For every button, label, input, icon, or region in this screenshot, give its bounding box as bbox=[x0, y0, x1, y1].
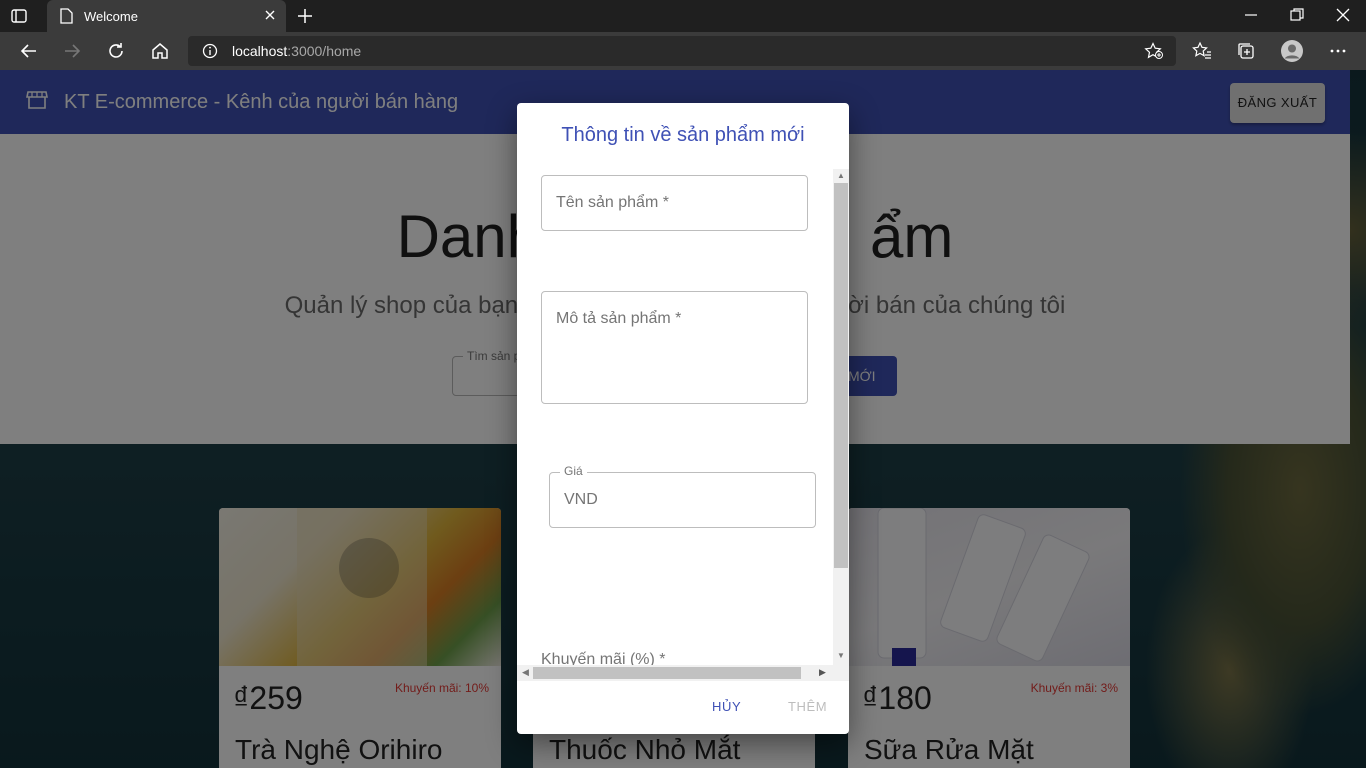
minimize-icon[interactable] bbox=[1243, 6, 1259, 29]
forward-arrow-icon[interactable] bbox=[62, 41, 82, 66]
add-button[interactable]: THÊM bbox=[788, 699, 827, 714]
dialog-title: Thông tin về sản phẩm mới bbox=[561, 124, 805, 146]
collections-icon[interactable] bbox=[1236, 41, 1256, 66]
product-name-field[interactable]: Tên sản phẩm * bbox=[541, 175, 808, 231]
address-bar[interactable]: localhost:3000/home bbox=[188, 36, 1176, 66]
page-icon bbox=[59, 8, 73, 29]
product-description-placeholder: Mô tả sản phẩm * bbox=[556, 310, 682, 327]
close-tab-icon[interactable] bbox=[263, 8, 277, 27]
vertical-scrollbar[interactable]: ▲ ▼ bbox=[833, 169, 849, 665]
back-arrow-icon[interactable] bbox=[19, 41, 39, 66]
browser-toolbar: localhost:3000/home bbox=[0, 32, 1366, 70]
scroll-right-arrow-icon[interactable]: ▶ bbox=[819, 667, 826, 678]
price-placeholder: VND bbox=[564, 491, 598, 508]
refresh-icon[interactable] bbox=[106, 41, 126, 66]
dialog-actions: HỦY THÊM bbox=[517, 681, 849, 734]
home-icon[interactable] bbox=[150, 41, 170, 66]
cancel-button[interactable]: HỦY bbox=[712, 699, 741, 714]
url-text: localhost:3000/home bbox=[232, 43, 362, 59]
price-label: Giá bbox=[560, 464, 587, 478]
browser-tabstrip: Welcome bbox=[0, 0, 1366, 32]
vertical-scroll-thumb[interactable] bbox=[834, 183, 848, 568]
scroll-up-arrow-icon[interactable]: ▲ bbox=[837, 171, 845, 180]
browser-tab-welcome[interactable]: Welcome bbox=[47, 0, 286, 32]
more-menu-icon[interactable] bbox=[1328, 41, 1348, 66]
restore-icon[interactable] bbox=[1289, 6, 1305, 29]
profile-avatar-icon[interactable] bbox=[1280, 39, 1304, 68]
scroll-down-arrow-icon[interactable]: ▼ bbox=[837, 651, 845, 660]
product-name-placeholder: Tên sản phẩm * bbox=[556, 194, 669, 211]
dialog-form: Tên sản phẩm * Mô tả sản phẩm * Giá VND … bbox=[517, 169, 849, 679]
price-field[interactable]: Giá VND bbox=[549, 464, 816, 528]
product-description-field[interactable]: Mô tả sản phẩm * bbox=[541, 291, 808, 404]
close-window-icon[interactable] bbox=[1335, 6, 1351, 29]
horizontal-scroll-thumb[interactable] bbox=[533, 667, 801, 679]
horizontal-scrollbar[interactable]: ◀ ▶ bbox=[517, 665, 849, 681]
tab-actions-icon[interactable] bbox=[10, 7, 28, 25]
add-favorite-icon[interactable] bbox=[1144, 42, 1164, 65]
tab-title: Welcome bbox=[84, 9, 138, 24]
favorites-icon[interactable] bbox=[1192, 41, 1212, 66]
new-tab-icon[interactable] bbox=[296, 7, 314, 30]
scroll-left-arrow-icon[interactable]: ◀ bbox=[522, 667, 529, 678]
new-product-dialog: Thông tin về sản phẩm mới Tên sản phẩm *… bbox=[517, 103, 849, 734]
site-info-icon[interactable] bbox=[202, 43, 218, 64]
